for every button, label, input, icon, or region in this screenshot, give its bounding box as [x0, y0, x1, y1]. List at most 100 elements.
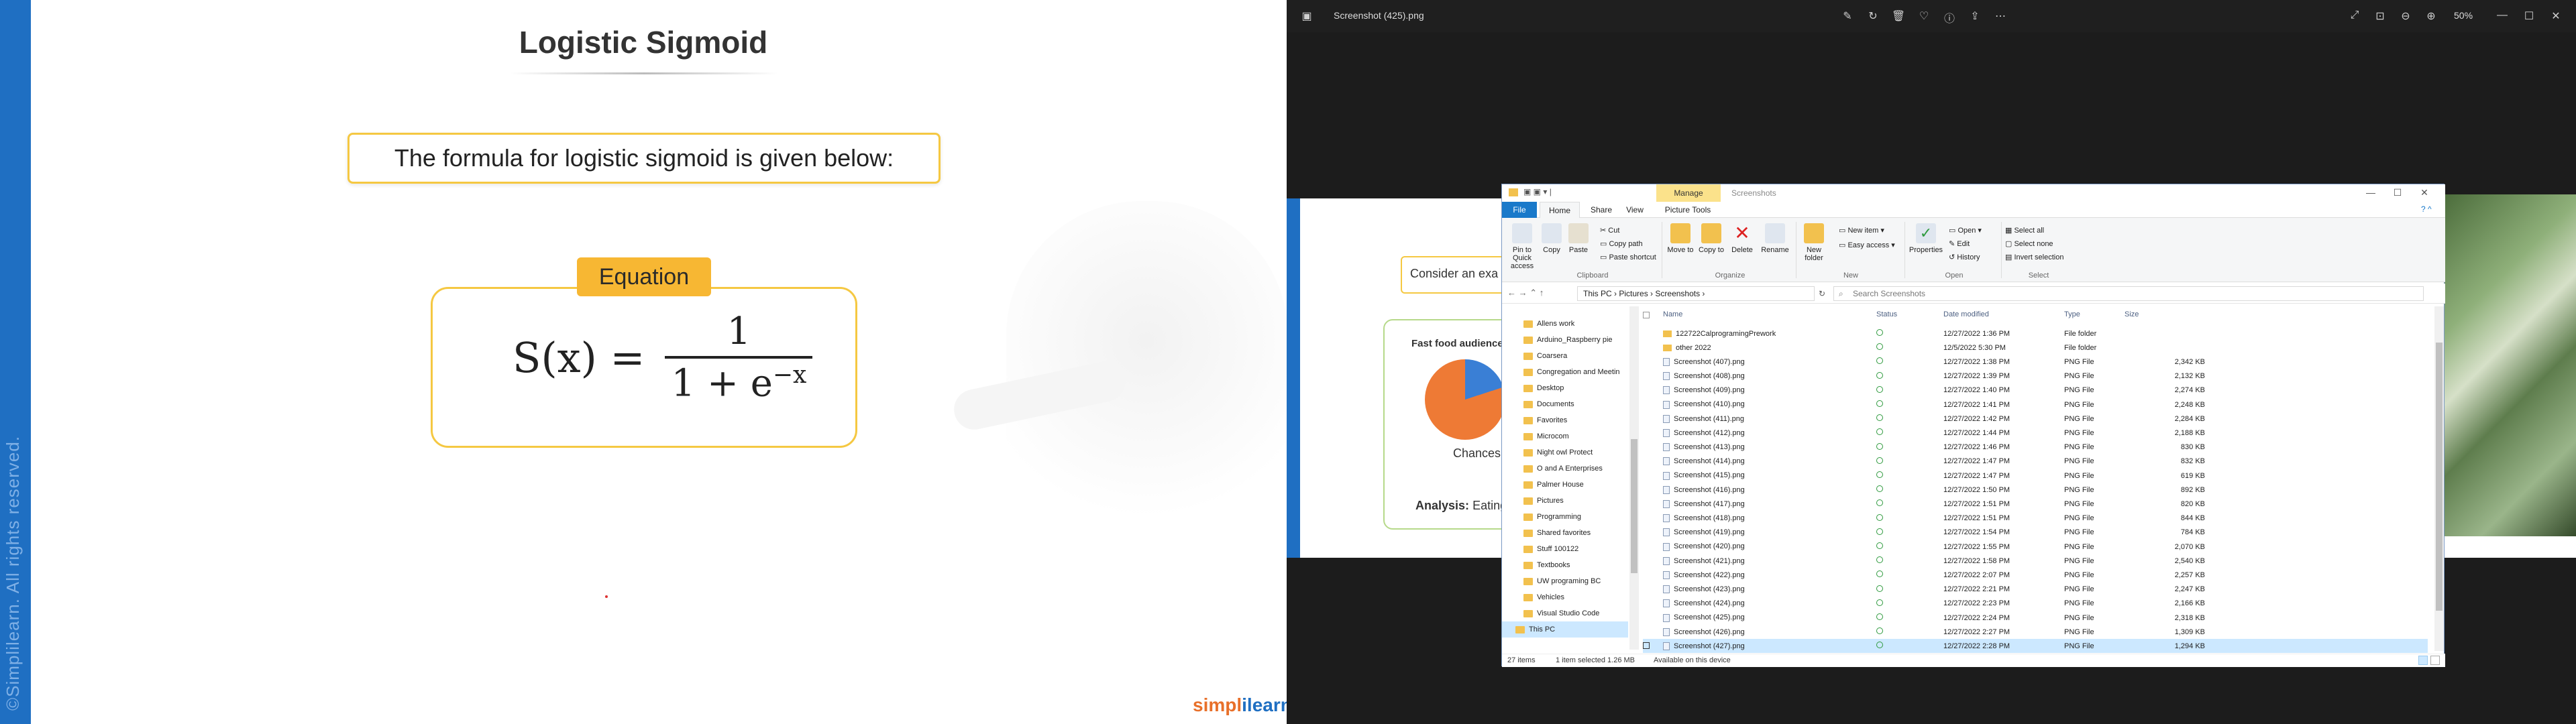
tab-picture-tools[interactable]: Picture Tools: [1658, 202, 1718, 218]
rotate-icon[interactable]: ↻: [1865, 9, 1881, 23]
gallery-icon[interactable]: ▣: [1299, 9, 1315, 23]
zoom-out-icon[interactable]: ⊖: [2398, 9, 2414, 23]
file-row[interactable]: Screenshot (410).png 12/27/2022 1:41 PM PN…: [1643, 398, 2428, 412]
fit-icon[interactable]: ⊡: [2372, 9, 2388, 23]
info-icon[interactable]: ⓘ: [1941, 9, 1957, 25]
column-name[interactable]: Name: [1663, 310, 1682, 318]
select-all-button[interactable]: ▦ Select all: [2005, 226, 2044, 235]
row-checkbox[interactable]: [1643, 515, 1650, 522]
file-row[interactable]: Screenshot (422).png 12/27/2022 2:07 PM PN…: [1643, 568, 2428, 582]
maximize-icon[interactable]: ☐: [2521, 9, 2537, 23]
nav-item[interactable]: Vehicles: [1523, 589, 1564, 605]
nav-item[interactable]: Allens work: [1523, 316, 1574, 332]
nav-item[interactable]: Favorites: [1523, 412, 1567, 428]
breadcrumb-screenshots[interactable]: Screenshots: [1655, 289, 1700, 298]
file-row[interactable]: Screenshot (426).png 12/27/2022 2:27 PM PN…: [1643, 625, 2428, 639]
pin-quick-access-button[interactable]: Pin to Quick access: [1506, 223, 1538, 270]
open-button[interactable]: ▭ Open ▾: [1949, 226, 1982, 235]
file-row[interactable]: Screenshot (418).png 12/27/2022 1:51 PM PN…: [1643, 511, 2428, 526]
nav-buttons[interactable]: ← → ⌃ ↑: [1507, 288, 1544, 298]
file-row[interactable]: Screenshot (424).png 12/27/2022 2:23 PM PN…: [1643, 597, 2428, 611]
nav-item[interactable]: Pictures: [1523, 493, 1564, 509]
nav-item[interactable]: Textbooks: [1523, 557, 1570, 573]
copy-to-button[interactable]: Copy to: [1697, 223, 1726, 254]
nav-item[interactable]: Night owl Protect: [1523, 444, 1593, 461]
row-checkbox[interactable]: [1643, 401, 1650, 408]
file-list-scrollbar-thumb[interactable]: [2436, 343, 2443, 611]
edit-icon[interactable]: ✎: [1839, 9, 1856, 23]
row-checkbox[interactable]: [1643, 600, 1650, 607]
file-row[interactable]: Screenshot (414).png 12/27/2022 1:47 PM PN…: [1643, 455, 2428, 469]
tab-file[interactable]: File: [1502, 202, 1537, 218]
delete-button[interactable]: ✕ Delete: [1727, 223, 1757, 255]
manage-tab[interactable]: Manage: [1656, 184, 1721, 202]
easy-access-button[interactable]: ▭ Easy access ▾: [1839, 241, 1895, 249]
new-folder-button[interactable]: New folder: [1799, 223, 1829, 262]
favorite-icon[interactable]: ♡: [1916, 9, 1932, 23]
row-checkbox[interactable]: [1643, 543, 1650, 550]
row-checkbox[interactable]: [1643, 415, 1650, 422]
file-row[interactable]: Screenshot (413).png 12/27/2022 1:46 PM PN…: [1643, 440, 2428, 455]
move-to-button[interactable]: Move to: [1666, 223, 1695, 254]
nav-scrollbar-thumb[interactable]: [1631, 439, 1638, 573]
nav-item[interactable]: Stuff 100122: [1523, 541, 1578, 557]
file-row[interactable]: Screenshot (412).png 12/27/2022 1:44 PM PN…: [1643, 426, 2428, 440]
row-checkbox[interactable]: [1643, 444, 1650, 450]
search-input[interactable]: Search Screenshots: [1833, 286, 2424, 301]
invert-selection-button[interactable]: ▤ Invert selection: [2005, 253, 2063, 261]
column-type[interactable]: Type: [2064, 310, 2080, 318]
nav-item[interactable]: Coarsera: [1523, 348, 1567, 364]
row-checkbox[interactable]: [1643, 387, 1650, 394]
quick-access-toolbar[interactable]: ▣ ▣ ▾ |: [1523, 187, 1552, 196]
minimize-icon[interactable]: —: [2494, 9, 2510, 21]
row-checkbox[interactable]: [1643, 486, 1650, 493]
share-icon[interactable]: ⇪: [1967, 9, 1983, 23]
new-item-button[interactable]: ▭ New item ▾: [1839, 226, 1884, 235]
row-checkbox[interactable]: [1643, 330, 1650, 337]
row-checkbox[interactable]: [1643, 614, 1650, 621]
row-checkbox[interactable]: [1643, 472, 1650, 479]
zoom-in-icon[interactable]: ⊕: [2423, 9, 2439, 23]
paste-shortcut-button[interactable]: ▭ Paste shortcut: [1600, 253, 1656, 261]
file-row[interactable]: other 2022 12/5/2022 5:30 PM File folder: [1643, 341, 2428, 355]
column-date-modified[interactable]: Date modified: [1943, 310, 1989, 318]
file-row[interactable]: Screenshot (417).png 12/27/2022 1:51 PM PN…: [1643, 497, 2428, 511]
row-checkbox[interactable]: [1643, 429, 1650, 436]
file-row[interactable]: Screenshot (421).png 12/27/2022 1:58 PM PN…: [1643, 554, 2428, 568]
help-icon[interactable]: ? ^: [2421, 204, 2432, 214]
nav-item[interactable]: This PC: [1502, 621, 1628, 638]
row-checkbox[interactable]: [1643, 628, 1650, 635]
delete-icon[interactable]: 🗑: [1890, 9, 1907, 23]
row-checkbox[interactable]: [1643, 500, 1650, 507]
nav-item[interactable]: Arduino_Raspberry pie: [1523, 332, 1613, 348]
row-checkbox[interactable]: [1643, 358, 1650, 365]
rename-button[interactable]: Rename: [1758, 223, 1792, 254]
file-row[interactable]: 122722CalprogramingPrework 12/27/2022 1:3…: [1643, 326, 2428, 341]
select-all-checkbox[interactable]: [1643, 312, 1650, 318]
nav-item[interactable]: UW programing BC: [1523, 573, 1601, 589]
file-row[interactable]: Screenshot (419).png 12/27/2022 1:54 PM PN…: [1643, 526, 2428, 540]
breadcrumb-pictures[interactable]: Pictures: [1619, 289, 1648, 298]
maximize-icon[interactable]: ☐: [2387, 187, 2408, 198]
paste-button[interactable]: Paste: [1565, 223, 1592, 254]
column-size[interactable]: Size: [2125, 310, 2205, 318]
row-checkbox[interactable]: [1643, 586, 1650, 593]
breadcrumb-this-pc[interactable]: This PC: [1583, 289, 1612, 298]
file-row[interactable]: Screenshot (420).png 12/27/2022 1:55 PM PN…: [1643, 540, 2428, 554]
close-icon[interactable]: ✕: [2414, 187, 2434, 198]
edit-button[interactable]: ✎ Edit: [1949, 239, 1970, 248]
file-row[interactable]: Screenshot (423).png 12/27/2022 2:21 PM PN…: [1643, 583, 2428, 597]
nav-item[interactable]: Palmer House: [1523, 477, 1584, 493]
close-icon[interactable]: ✕: [2548, 9, 2564, 23]
file-row[interactable]: Screenshot (425).png 12/27/2022 2:24 PM PN…: [1643, 611, 2428, 625]
tab-home[interactable]: Home: [1540, 202, 1580, 218]
file-row[interactable]: Screenshot (411).png 12/27/2022 1:42 PM PN…: [1643, 412, 2428, 426]
nav-item[interactable]: Shared favorites: [1523, 525, 1591, 541]
properties-button[interactable]: ✓ Properties: [1907, 223, 1945, 254]
row-checkbox[interactable]: [1643, 642, 1650, 650]
nav-item[interactable]: O and A Enterprises: [1523, 461, 1603, 477]
row-checkbox[interactable]: [1643, 571, 1650, 578]
select-none-button[interactable]: ▢ Select none: [2005, 239, 2053, 248]
nav-item[interactable]: Microcom: [1523, 428, 1569, 444]
row-checkbox[interactable]: [1643, 529, 1650, 536]
